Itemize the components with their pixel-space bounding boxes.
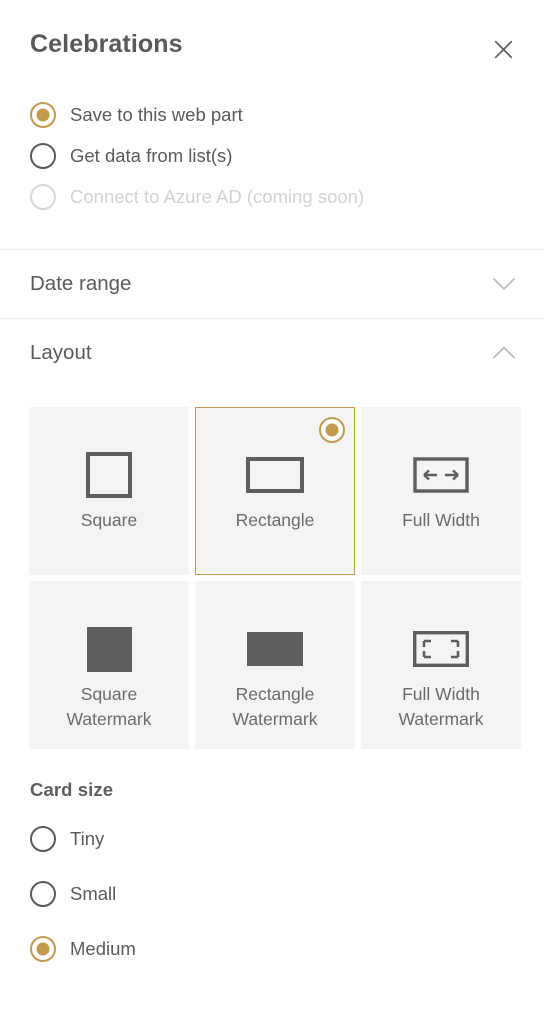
square-outline-icon xyxy=(86,452,132,498)
radio-save-to-web-part[interactable]: Save to this web part xyxy=(30,94,514,135)
layout-tile-label: Full Width xyxy=(402,510,480,530)
section-header-date-range[interactable]: Date range xyxy=(0,250,544,318)
radio-get-data-from-lists[interactable]: Get data from list(s) xyxy=(30,135,514,176)
card-size-heading: Card size xyxy=(30,779,114,800)
layout-tile-rectangle[interactable]: Rectangle xyxy=(195,407,355,575)
layout-tile-label: Rectangle xyxy=(235,510,315,530)
radio-label: Small xyxy=(70,882,117,904)
layout-tile-label: Rectangle Watermark xyxy=(232,684,318,729)
radio-icon xyxy=(30,183,56,210)
radio-icon xyxy=(30,101,56,128)
square-filled-icon xyxy=(86,626,132,672)
radio-card-size-medium[interactable]: Medium xyxy=(30,921,514,976)
card-size-radio-group: Tiny Small Medium xyxy=(0,803,544,976)
property-pane: Celebrations Save to this web part Get d… xyxy=(0,0,544,1024)
layout-tile-label: Full Width Watermark xyxy=(398,684,484,729)
close-icon xyxy=(494,40,513,59)
radio-label: Tiny xyxy=(70,827,105,849)
layout-tile-rectangle-watermark[interactable]: Rectangle Watermark xyxy=(195,581,355,749)
radio-label: Medium xyxy=(70,937,136,959)
radio-icon xyxy=(30,880,56,907)
radio-card-size-tiny[interactable]: Tiny xyxy=(30,811,514,866)
close-button[interactable] xyxy=(484,30,522,68)
layout-tile-full-width[interactable]: Full Width xyxy=(361,407,521,575)
layout-tile-square-watermark[interactable]: Square Watermark xyxy=(29,581,189,749)
rectangle-filled-icon xyxy=(247,626,303,672)
radio-connect-to-azure-ad: Connect to Azure AD (coming soon) xyxy=(30,176,514,217)
radio-label: Connect to Azure AD (coming soon) xyxy=(70,185,365,207)
layout-tile-label: Square Watermark xyxy=(66,684,152,729)
radio-card-size-small[interactable]: Small xyxy=(30,866,514,921)
selected-radio-icon xyxy=(319,417,345,443)
page-title: Celebrations xyxy=(30,30,183,58)
full-width-arrows-icon xyxy=(413,452,469,498)
rectangle-outline-icon xyxy=(246,452,304,498)
radio-icon xyxy=(30,935,56,962)
radio-label: Get data from list(s) xyxy=(70,144,233,166)
section-header-layout[interactable]: Layout xyxy=(0,319,544,387)
data-source-radio-group: Save to this web part Get data from list… xyxy=(0,68,544,217)
layout-tile-grid: Square Rectangle Full Width Square Water… xyxy=(0,387,544,749)
radio-icon xyxy=(30,142,56,169)
section-title: Date range xyxy=(30,272,132,295)
layout-tile-label: Square xyxy=(80,510,138,530)
chevron-up-icon[interactable] xyxy=(490,339,518,367)
layout-tile-full-width-watermark[interactable]: Full Width Watermark xyxy=(361,581,521,749)
full-width-brackets-icon xyxy=(413,626,469,672)
section-title: Layout xyxy=(30,341,92,364)
panel-header: Celebrations xyxy=(0,0,544,68)
radio-icon xyxy=(30,825,56,852)
chevron-down-icon[interactable] xyxy=(490,270,518,298)
radio-label: Save to this web part xyxy=(70,103,243,125)
layout-tile-square[interactable]: Square xyxy=(29,407,189,575)
